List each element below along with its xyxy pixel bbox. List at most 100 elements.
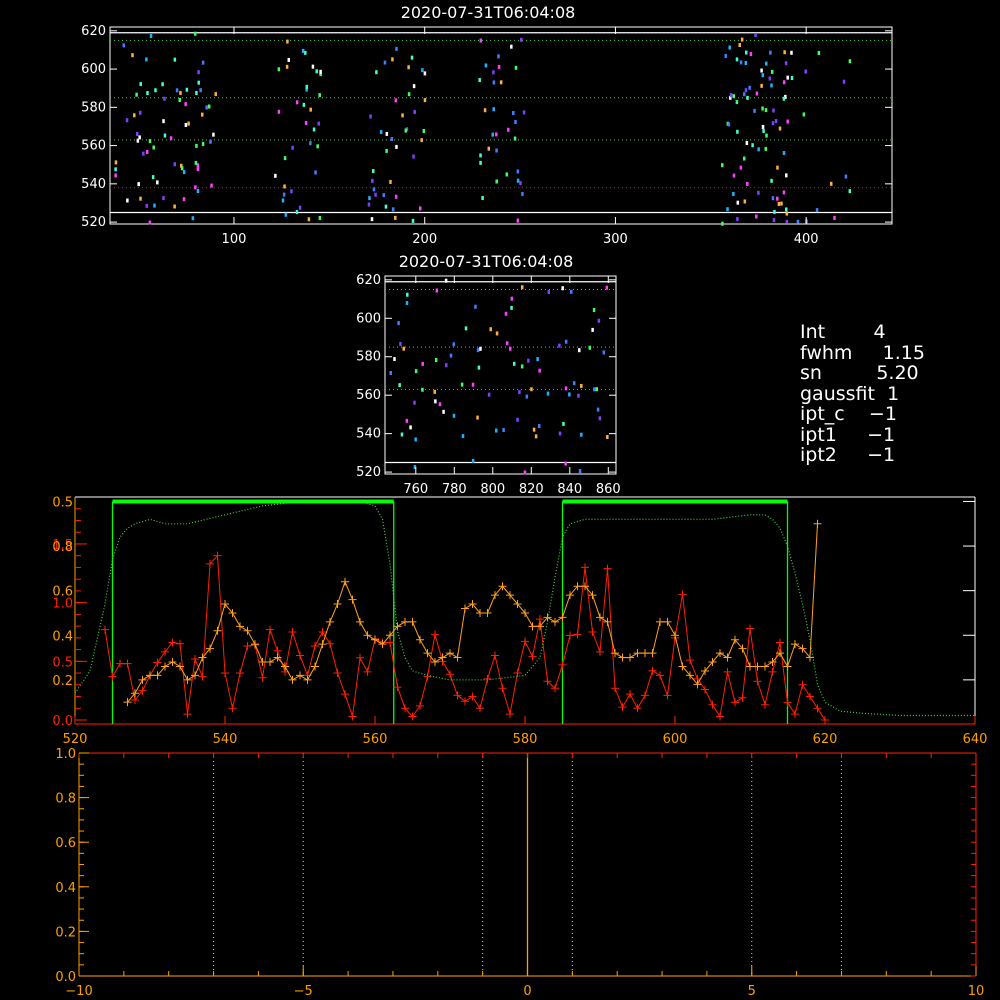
data-spot: [592, 307, 596, 312]
red-series-marker: [176, 639, 184, 648]
data-spot: [413, 109, 416, 114]
data-spot: [597, 318, 601, 323]
data-spot: [558, 431, 562, 436]
data-spot: [578, 348, 581, 353]
data-spot: [471, 382, 475, 387]
data-spot: [284, 212, 288, 217]
x-tick-label: 580: [513, 732, 538, 747]
data-spot: [194, 185, 197, 190]
y-tick-label: 580: [81, 100, 106, 115]
data-spot: [389, 179, 392, 184]
data-spot: [199, 88, 202, 93]
x-tick-label: 800: [480, 482, 505, 497]
red-series-marker: [491, 651, 499, 660]
data-spot: [732, 173, 736, 178]
red-series-marker: [566, 631, 574, 640]
data-spot: [404, 128, 408, 133]
red-series-marker: [641, 691, 649, 700]
data-spot: [311, 64, 315, 69]
data-spot: [207, 104, 211, 109]
data-spot: [434, 399, 437, 404]
data-spot: [114, 167, 117, 172]
data-spot: [514, 119, 517, 124]
data-spot: [499, 80, 503, 85]
data-spot: [194, 160, 198, 165]
red-series-marker: [723, 667, 732, 676]
data-spot: [735, 57, 739, 62]
data-spot: [505, 341, 509, 346]
orange-series-marker: [618, 653, 627, 662]
red-series-marker: [498, 684, 507, 693]
red-series-marker: [123, 659, 132, 668]
bottom-plot-panel: −10 −5 0 5 10 0.0 0.2 0.4 0.6 0.8 1.0: [55, 747, 984, 999]
data-spot: [474, 304, 477, 309]
x-tick-label: 780: [442, 482, 467, 497]
data-spot: [746, 95, 749, 100]
data-spot: [527, 358, 530, 363]
data-spot: [760, 68, 763, 73]
data-spot: [277, 67, 281, 72]
data-spot: [736, 129, 739, 134]
param-value: 4: [873, 321, 886, 343]
x-tick-label: 100: [222, 232, 247, 247]
red-series-marker: [588, 627, 597, 636]
data-spot: [744, 50, 748, 55]
data-spot: [399, 341, 402, 346]
data-spot: [484, 63, 488, 68]
red-series-marker: [686, 656, 694, 665]
data-spot: [282, 192, 286, 197]
data-spot: [509, 346, 512, 351]
data-spot: [131, 53, 134, 58]
data-spot: [195, 90, 198, 95]
orange-series-marker: [626, 653, 634, 662]
data-spot: [274, 173, 277, 178]
data-spot: [547, 289, 551, 294]
param-ipt-c: ipt_c −1: [800, 404, 925, 425]
orange-series-marker: [288, 675, 297, 684]
data-spot: [407, 65, 410, 70]
param-label: ipt1: [800, 423, 837, 446]
red-series-marker: [198, 672, 207, 681]
data-spot: [305, 84, 309, 89]
data-spot: [298, 205, 302, 210]
red-series-marker: [446, 670, 454, 679]
red-series-marker: [476, 704, 484, 713]
data-spot: [122, 43, 126, 48]
x-tick-label: 620: [813, 732, 838, 747]
mid-panel-title: 2020-07-31T06:04:08: [399, 252, 574, 271]
orange-series-marker: [633, 649, 642, 658]
data-spot: [564, 339, 568, 344]
orange-series-marker: [333, 600, 342, 609]
data-spot: [564, 386, 568, 391]
red-series-marker: [746, 624, 754, 633]
red-series-marker: [108, 672, 117, 681]
data-spot: [390, 137, 394, 142]
plot-frame: [109, 26, 893, 225]
data-spot: [735, 100, 739, 105]
data-spot: [433, 389, 436, 394]
data-spot: [405, 301, 409, 306]
data-spot: [383, 60, 387, 65]
data-spot: [187, 121, 190, 126]
orange-series-marker: [783, 662, 792, 671]
data-spot: [125, 118, 129, 123]
data-spot: [765, 61, 768, 66]
data-spot: [595, 387, 599, 392]
data-spot: [367, 202, 371, 207]
data-spot: [444, 278, 448, 283]
red-series-marker: [221, 669, 229, 678]
data-spot: [561, 286, 564, 291]
data-spot: [785, 211, 789, 216]
data-spot: [283, 184, 286, 189]
data-spot: [780, 201, 783, 206]
data-spot: [513, 136, 517, 141]
data-spot: [414, 437, 417, 442]
data-spot: [495, 179, 498, 184]
data-spot: [510, 305, 513, 310]
x-tick-label: −10: [65, 984, 92, 999]
data-spot: [137, 182, 140, 187]
data-spot: [316, 144, 319, 149]
param-label: sn: [800, 362, 822, 384]
data-spot: [785, 207, 788, 212]
data-spot: [148, 139, 152, 144]
